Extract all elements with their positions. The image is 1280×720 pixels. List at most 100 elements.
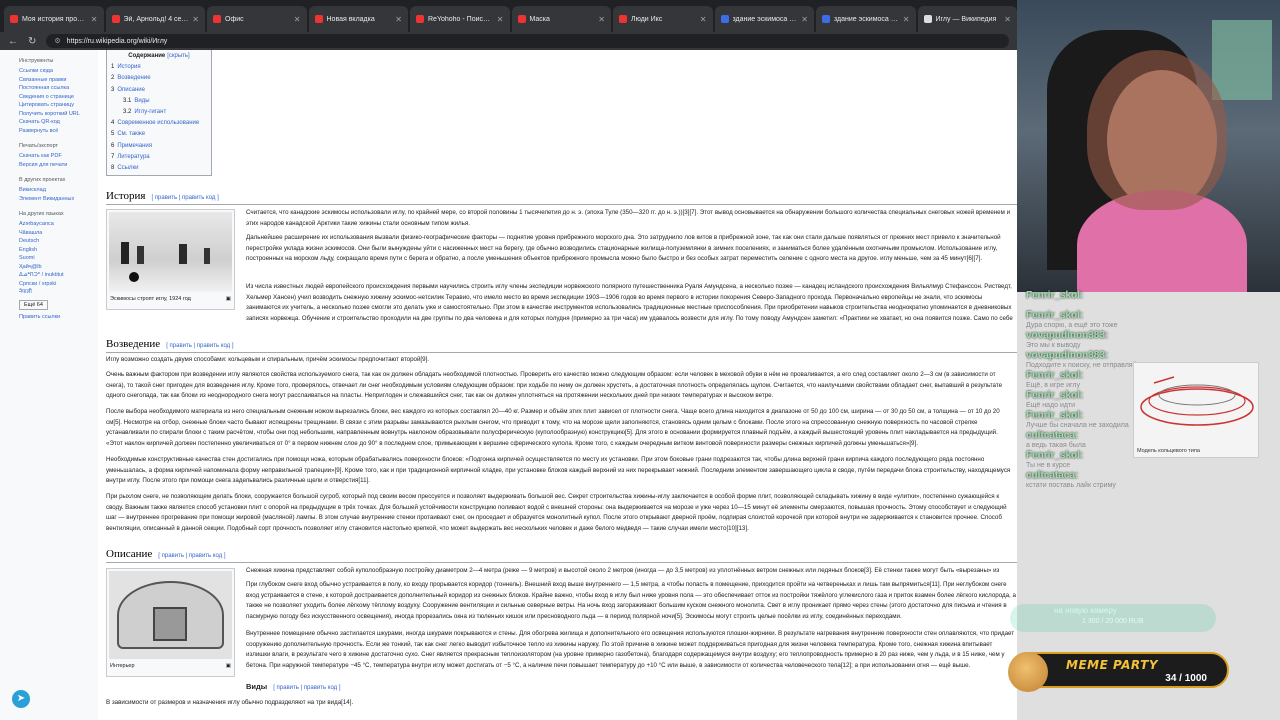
sidebar-link[interactable]: Deutsch xyxy=(19,237,98,246)
sidebar-link[interactable]: Развернуть всё xyxy=(19,127,98,136)
browser-tab[interactable]: Люди Икс ✕ xyxy=(613,6,713,32)
reload-icon[interactable]: ↻ xyxy=(28,36,36,47)
close-tab-icon[interactable]: ✕ xyxy=(801,15,808,24)
chat-username[interactable]: Fenrir_skol: xyxy=(1026,450,1083,461)
edit-interlanguage-links[interactable]: Править ссылки xyxy=(19,313,98,322)
toc-item[interactable]: 6 Примечания xyxy=(111,141,207,152)
video-icon xyxy=(213,15,221,23)
url-field[interactable]: ⚙ https://ru.wikipedia.org/wiki/Иглу xyxy=(46,34,1009,48)
sidebar-link[interactable]: नेपाली xyxy=(19,288,98,297)
doge-icon xyxy=(1008,652,1048,692)
sidebar-link[interactable]: Сведения о странице xyxy=(19,93,98,102)
construction-paragraph-1: Иглу возможно создать двумя способами: к… xyxy=(106,356,430,363)
description-paragraph-2: При глубоком снеге вход обычно устраивае… xyxy=(246,581,1016,620)
address-bar: ← ↻ ⚙ https://ru.wikipedia.org/wiki/Иглу xyxy=(0,32,1017,50)
chat-message-text: Ещё надо идти xyxy=(1026,402,1076,409)
toc-item[interactable]: 4 Современное использование xyxy=(111,118,207,129)
edit-links[interactable]: [ править | править код ] xyxy=(273,685,340,691)
toc-item-label: Примечания xyxy=(117,142,152,149)
toc-item[interactable]: 7 Литература xyxy=(111,152,207,163)
edit-links[interactable]: [ править | править код ] xyxy=(158,553,225,559)
toc-item-number: 1 xyxy=(111,64,115,71)
close-tab-icon[interactable]: ✕ xyxy=(1004,15,1011,24)
close-tab-icon[interactable]: ✕ xyxy=(294,15,301,24)
browser-tab[interactable]: Моя история просмотров ✕ xyxy=(4,6,104,32)
sidebar-link[interactable]: Элемент Викиданных xyxy=(19,195,98,204)
construction-paragraph-4: Необходимые конструктивные качества стен… xyxy=(106,456,1011,485)
sidebar-link[interactable]: Получить короткий URL xyxy=(19,110,98,119)
close-tab-icon[interactable]: ✕ xyxy=(91,15,98,24)
close-tab-icon[interactable]: ✕ xyxy=(395,15,402,24)
sidebar-link[interactable]: Викисклад xyxy=(19,186,98,195)
sidebar-link[interactable]: Версия для печати xyxy=(19,161,98,170)
youtube-icon xyxy=(10,15,18,23)
enlarge-icon[interactable]: ▣ xyxy=(226,661,231,672)
sidebar-link[interactable]: ᐃᓄᒃᑎᑐᑦ / inuktitut xyxy=(19,271,98,280)
close-tab-icon[interactable]: ✕ xyxy=(903,15,910,24)
toc-item[interactable]: 3.2 Иглу-гигант xyxy=(111,107,207,118)
sidebar-link[interactable]: Српски / srpski xyxy=(19,280,98,289)
chat-username[interactable]: Fenrir_skol: xyxy=(1026,390,1083,401)
edit-links[interactable]: [ править | править код ] xyxy=(151,195,218,201)
browser-tab[interactable]: ReYohoho - Поиск фильмов ✕ xyxy=(410,6,510,32)
toc-title: Содержание [скрыть] xyxy=(111,51,207,62)
sidebar-link[interactable]: Скачать QR-код xyxy=(19,118,98,127)
chat-username[interactable]: Fenrir_skol: xyxy=(1026,310,1083,321)
browser-tab[interactable]: Офис ✕ xyxy=(207,6,307,32)
sidebar-link[interactable]: Скачать как PDF xyxy=(19,152,98,161)
sidebar-link[interactable]: Связанные правки xyxy=(19,76,98,85)
toc-item-number: 4 xyxy=(111,120,115,127)
toc-item[interactable]: 3.1 Виды xyxy=(111,96,207,107)
toc-item[interactable]: 8 Ссылки xyxy=(111,163,207,174)
browser-tab[interactable]: здание эскимоса - Поиск✕ xyxy=(816,6,916,32)
toc-item[interactable]: 1 История xyxy=(111,62,207,73)
toc-item-label: Возведение xyxy=(117,75,151,82)
browser-tab[interactable]: Маска ✕ xyxy=(511,6,611,32)
sidebar-link[interactable]: English xyxy=(19,246,98,255)
tab-label: здание эскимоса - Поиск xyxy=(732,15,798,23)
chat-username[interactable]: vovapudinon383: xyxy=(1026,330,1108,341)
article-content: Содержание [скрыть] 1 История 2 Возведение 3 Оп… xyxy=(106,50,1017,720)
history-paragraph-1: Считается, что канадские эскимосы исполь… xyxy=(246,209,1011,227)
browser-tab[interactable]: Эй, Арнольд! 4 сезон 4 серия✕ xyxy=(105,6,205,32)
description-paragraph-1: Снежная хижина представляет собой куполо… xyxy=(246,567,1000,574)
browser-tab[interactable]: здание эскимоса - Поиск✕ xyxy=(714,6,814,32)
sidebar-link[interactable]: Azərbaycanca xyxy=(19,220,98,229)
more-languages-button[interactable]: Ещё 64 xyxy=(19,299,48,310)
toc-item[interactable]: 5 См. также xyxy=(111,129,207,140)
toc-item[interactable]: 2 Возведение xyxy=(111,73,207,84)
edit-links[interactable]: [ править | править код ] xyxy=(166,343,233,349)
tab-label: Люди Икс xyxy=(631,15,663,23)
chat-username[interactable]: cultcataca: xyxy=(1026,470,1078,481)
browser-tab[interactable]: Новая вкладка ✕ xyxy=(308,6,408,32)
toc-hide-link[interactable]: [скрыть] xyxy=(167,53,189,59)
meme-party-count: 34 / 1000 xyxy=(1165,673,1207,684)
sidebar-link[interactable]: Suomi xyxy=(19,254,98,263)
eskimos-photo[interactable] xyxy=(109,212,232,292)
back-arrow-icon[interactable]: ← xyxy=(8,36,18,47)
close-tab-icon[interactable]: ✕ xyxy=(700,15,707,24)
sidebar-link[interactable]: Постоянная ссылка xyxy=(19,84,98,93)
chat-username[interactable]: Fenrir_skol: xyxy=(1026,290,1083,301)
enlarge-icon[interactable]: ▣ xyxy=(226,294,231,305)
site-info-icon[interactable]: ⚙ xyxy=(54,37,60,45)
igloo-interior-drawing[interactable] xyxy=(109,571,232,659)
sidebar-heading-print: Печать/экспорт xyxy=(19,143,59,149)
close-tab-icon[interactable]: ✕ xyxy=(192,15,199,24)
close-tab-icon[interactable]: ✕ xyxy=(598,15,605,24)
close-tab-icon[interactable]: ✕ xyxy=(497,15,504,24)
chat-username[interactable]: Fenrir_skol: xyxy=(1026,410,1083,421)
browser-tab[interactable]: Иглу — Википедия ✕ xyxy=(917,6,1017,32)
figure-caption: Модель кольцевого типа xyxy=(1137,448,1200,454)
chat-username[interactable]: Fenrir_skol: xyxy=(1026,370,1083,381)
video-icon xyxy=(619,15,627,23)
history-paragraph-2: Дальнейшее расширение их использования в… xyxy=(246,234,1001,263)
chat-username[interactable]: cultcataca: xyxy=(1026,430,1078,441)
toc-item[interactable]: 3 Описание xyxy=(111,85,207,96)
sidebar-link[interactable]: Цитировать страницу xyxy=(19,101,98,110)
sidebar-link[interactable]: Ҳайҷ@lb xyxy=(19,263,98,272)
chat-message-text: а ведь такая была xyxy=(1026,442,1086,449)
chat-username[interactable]: vovapudinon383: xyxy=(1026,350,1108,361)
sidebar-link[interactable]: Чăвашла xyxy=(19,229,98,238)
sidebar-link[interactable]: Ссылки сюда xyxy=(19,67,98,76)
